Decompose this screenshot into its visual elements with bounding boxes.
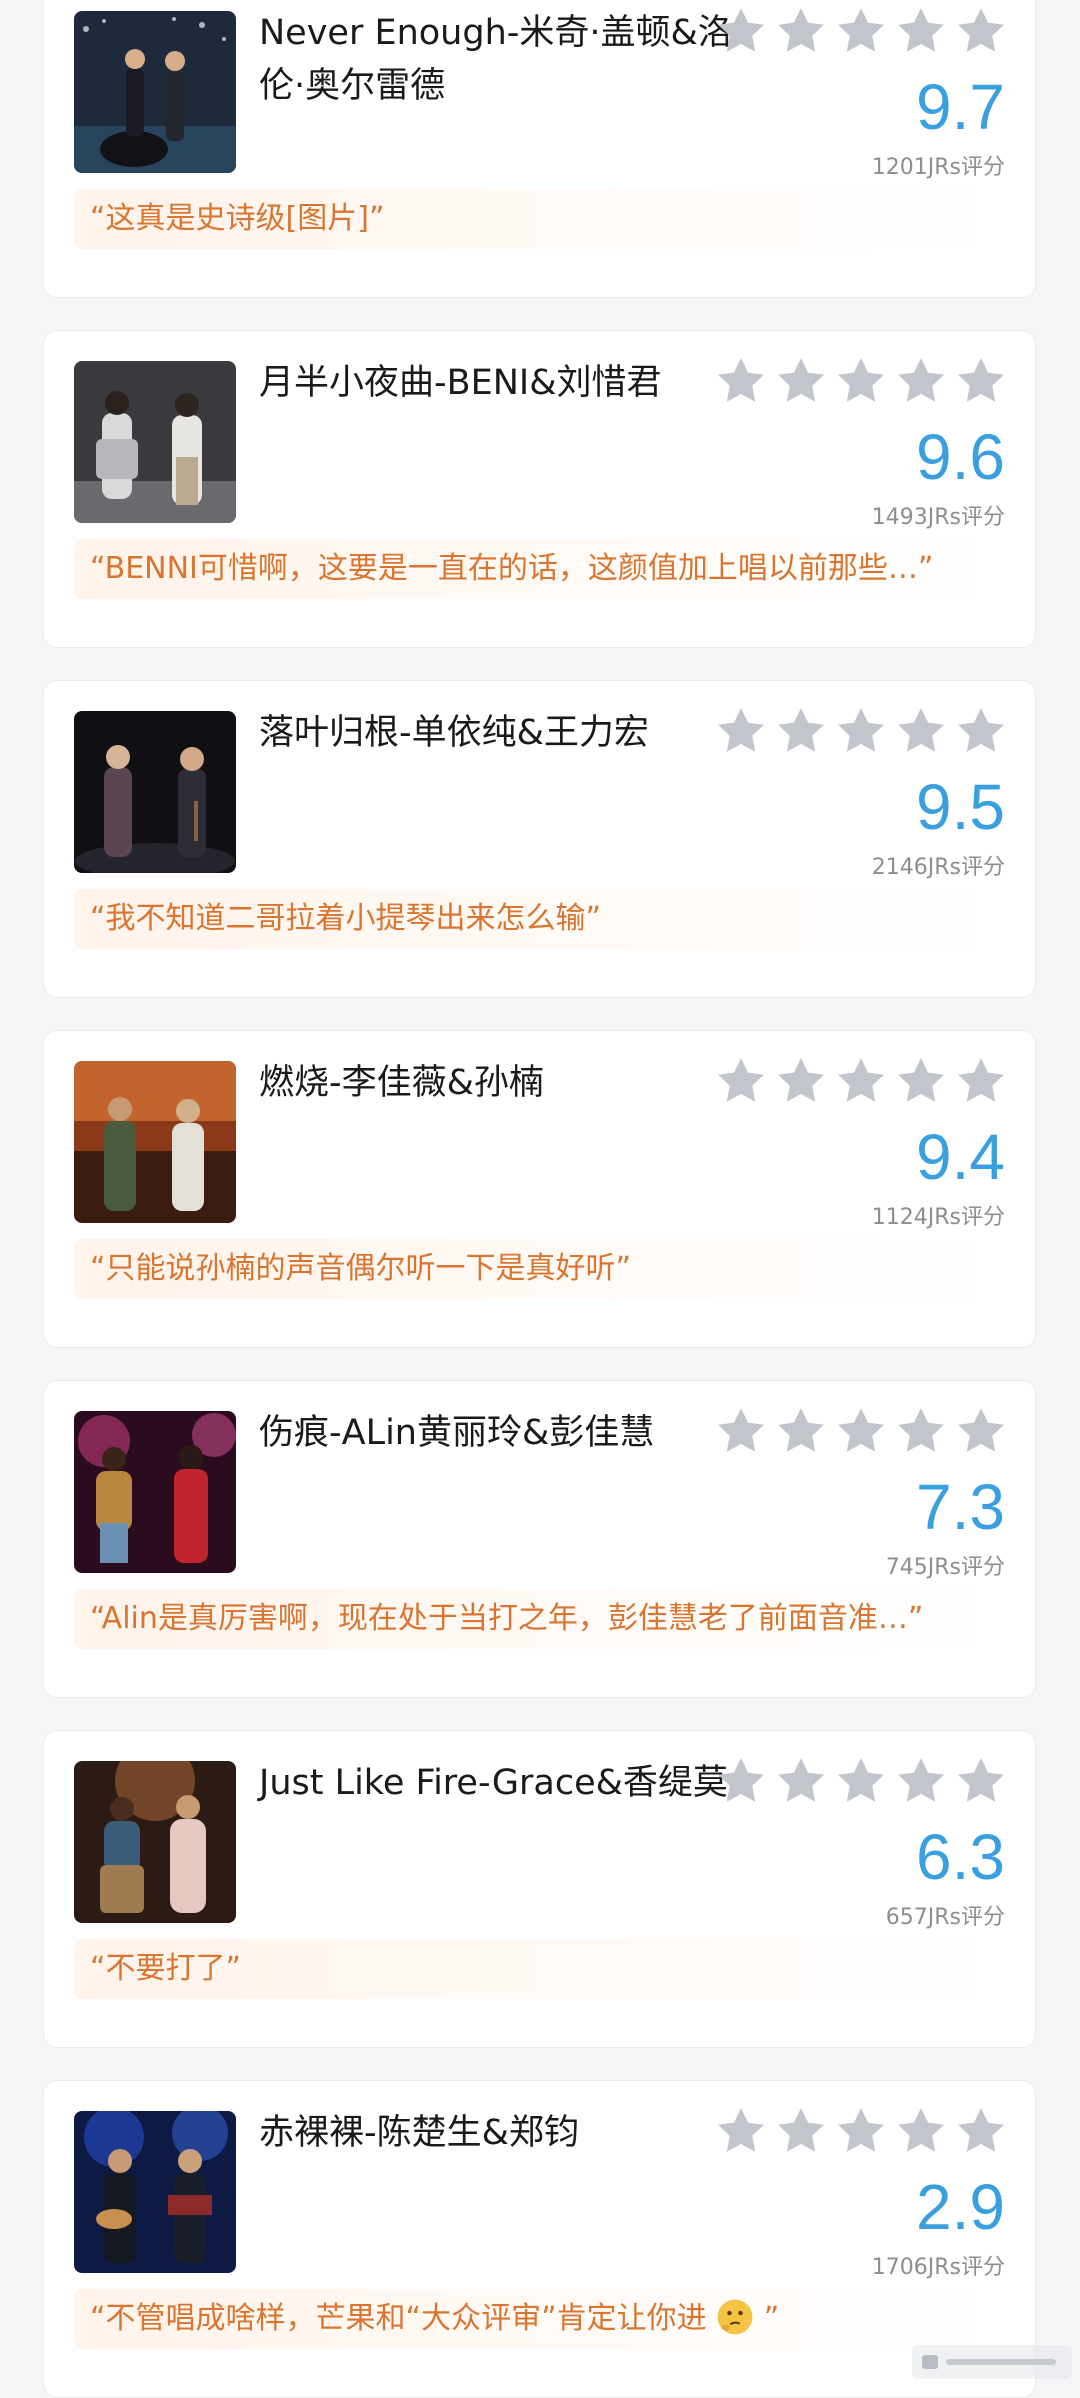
stage-photo-icon[interactable] [74, 11, 236, 173]
score: 2.9 [916, 2171, 1005, 2243]
star-icon[interactable] [771, 1403, 831, 1459]
rater-count: 1493JRs评分 [871, 505, 1005, 530]
star-icon[interactable] [951, 3, 1011, 59]
song-title: 伤痕-ALin黄丽玲&彭佳慧 [259, 1413, 655, 1453]
song-title: Never Enough-米奇·盖顿&洛伦·奥尔雷德 [259, 13, 733, 106]
star-icon[interactable] [951, 1053, 1011, 1109]
stage-photo-icon[interactable] [74, 2111, 236, 2273]
rating-card[interactable]: 伤痕-ALin黄丽玲&彭佳慧 7.3 745JRs评分 “Alin是真厉害啊，现… [43, 1380, 1036, 1698]
rater-count: 1201JRs评分 [871, 155, 1005, 180]
star-icon[interactable] [711, 353, 771, 409]
rater-count: 1124JRs评分 [871, 1205, 1005, 1230]
rater-count: 2146JRs评分 [871, 855, 1005, 880]
top-comment[interactable]: “我不知道二哥拉着小提琴出来怎么输” [74, 889, 1004, 949]
star-rating[interactable] [711, 703, 1011, 759]
star-rating[interactable] [711, 3, 1011, 59]
star-icon[interactable] [891, 3, 951, 59]
star-icon[interactable] [951, 353, 1011, 409]
rating-card[interactable]: 落叶归根-单依纯&王力宏 9.5 2146JRs评分 “我不知道二哥拉着小提琴出… [43, 680, 1036, 998]
star-icon[interactable] [891, 1753, 951, 1809]
rater-count: 1706JRs评分 [871, 2255, 1005, 2280]
comment-close-quote: ” [763, 2301, 780, 2336]
star-icon[interactable] [831, 703, 891, 759]
star-rating[interactable] [711, 1753, 1011, 1809]
rater-count: 745JRs评分 [885, 1555, 1005, 1580]
rating-card[interactable]: 燃烧-李佳薇&孙楠 9.4 1124JRs评分 “只能说孙楠的声音偶尔听一下是真… [43, 1030, 1036, 1348]
star-icon[interactable] [891, 1403, 951, 1459]
star-icon[interactable] [831, 353, 891, 409]
top-comment[interactable]: “只能说孙楠的声音偶尔听一下是真好听” [74, 1239, 1004, 1299]
star-icon[interactable] [891, 1053, 951, 1109]
star-icon[interactable] [951, 1403, 1011, 1459]
star-icon[interactable] [891, 2103, 951, 2159]
star-rating[interactable] [711, 353, 1011, 409]
top-comment[interactable]: “这真是史诗级[图片]” [74, 189, 1004, 249]
song-title: 落叶归根-单依纯&王力宏 [259, 713, 649, 753]
watermark-icon [912, 2345, 1072, 2379]
star-icon[interactable] [711, 703, 771, 759]
stage-photo-icon[interactable] [74, 1411, 236, 1573]
star-icon[interactable] [831, 3, 891, 59]
star-rating[interactable] [711, 2103, 1011, 2159]
song-title: 燃烧-李佳薇&孙楠 [259, 1063, 544, 1103]
stage-photo-icon[interactable] [74, 361, 236, 523]
score: 9.5 [916, 771, 1005, 843]
score: 7.3 [916, 1471, 1005, 1543]
stage-photo-icon[interactable] [74, 711, 236, 873]
score: 6.3 [916, 1821, 1005, 1893]
star-icon[interactable] [831, 2103, 891, 2159]
top-comment[interactable]: “不管唱成啥样，芒果和“大众评审”肯定让你进 ” [74, 2289, 1004, 2349]
stage-photo-icon[interactable] [74, 1061, 236, 1223]
star-icon[interactable] [891, 703, 951, 759]
score: 9.4 [916, 1121, 1005, 1193]
song-title: 赤裸裸-陈楚生&郑钧 [259, 2113, 579, 2153]
rating-card[interactable]: Just Like Fire-Grace&香缇莫 6.3 657JRs评分 “不… [43, 1730, 1036, 2048]
star-icon[interactable] [711, 2103, 771, 2159]
star-icon[interactable] [771, 3, 831, 59]
star-icon[interactable] [831, 1753, 891, 1809]
rater-count: 657JRs评分 [885, 1905, 1005, 1930]
star-icon[interactable] [771, 703, 831, 759]
star-icon[interactable] [711, 1403, 771, 1459]
star-icon[interactable] [711, 1053, 771, 1109]
star-icon[interactable] [951, 2103, 1011, 2159]
top-comment[interactable]: “Alin是真厉害啊，现在处于当打之年，彭佳慧老了前面音准…” [74, 1589, 1004, 1649]
rating-card[interactable]: 赤裸裸-陈楚生&郑钧 2.9 1706JRs评分 “不管唱成啥样，芒果和“大众评… [43, 2080, 1036, 2398]
rating-list: Never Enough-米奇·盖顿&洛伦·奥尔雷德 9.7 1201JRs评分… [0, 0, 1080, 2398]
star-icon[interactable] [771, 2103, 831, 2159]
comment-text: “不管唱成啥样，芒果和“大众评审”肯定让你进 [90, 2301, 707, 2336]
top-comment[interactable]: “BENNI可惜啊，这要是一直在的话，这颜值加上唱以前那些…” [74, 539, 1004, 599]
score: 9.6 [916, 421, 1005, 493]
star-icon[interactable] [831, 1053, 891, 1109]
score: 9.7 [916, 71, 1005, 143]
star-icon[interactable] [711, 3, 771, 59]
rating-card[interactable]: 月半小夜曲-BENI&刘惜君 9.6 1493JRs评分 “BENNI可惜啊，这… [43, 330, 1036, 648]
stage-photo-icon[interactable] [74, 1761, 236, 1923]
star-icon[interactable] [831, 1403, 891, 1459]
star-icon[interactable] [891, 353, 951, 409]
star-icon[interactable] [711, 1753, 771, 1809]
star-icon[interactable] [771, 353, 831, 409]
star-icon[interactable] [951, 1753, 1011, 1809]
top-comment[interactable]: “不要打了” [74, 1939, 1004, 1999]
star-rating[interactable] [711, 1403, 1011, 1459]
song-title: 月半小夜曲-BENI&刘惜君 [259, 363, 662, 403]
song-title: Just Like Fire-Grace&香缇莫 [259, 1763, 728, 1803]
star-icon[interactable] [771, 1053, 831, 1109]
thinking-face-icon [716, 2298, 754, 2336]
rating-card[interactable]: Never Enough-米奇·盖顿&洛伦·奥尔雷德 9.7 1201JRs评分… [43, 0, 1036, 298]
star-icon[interactable] [771, 1753, 831, 1809]
star-icon[interactable] [951, 703, 1011, 759]
star-rating[interactable] [711, 1053, 1011, 1109]
